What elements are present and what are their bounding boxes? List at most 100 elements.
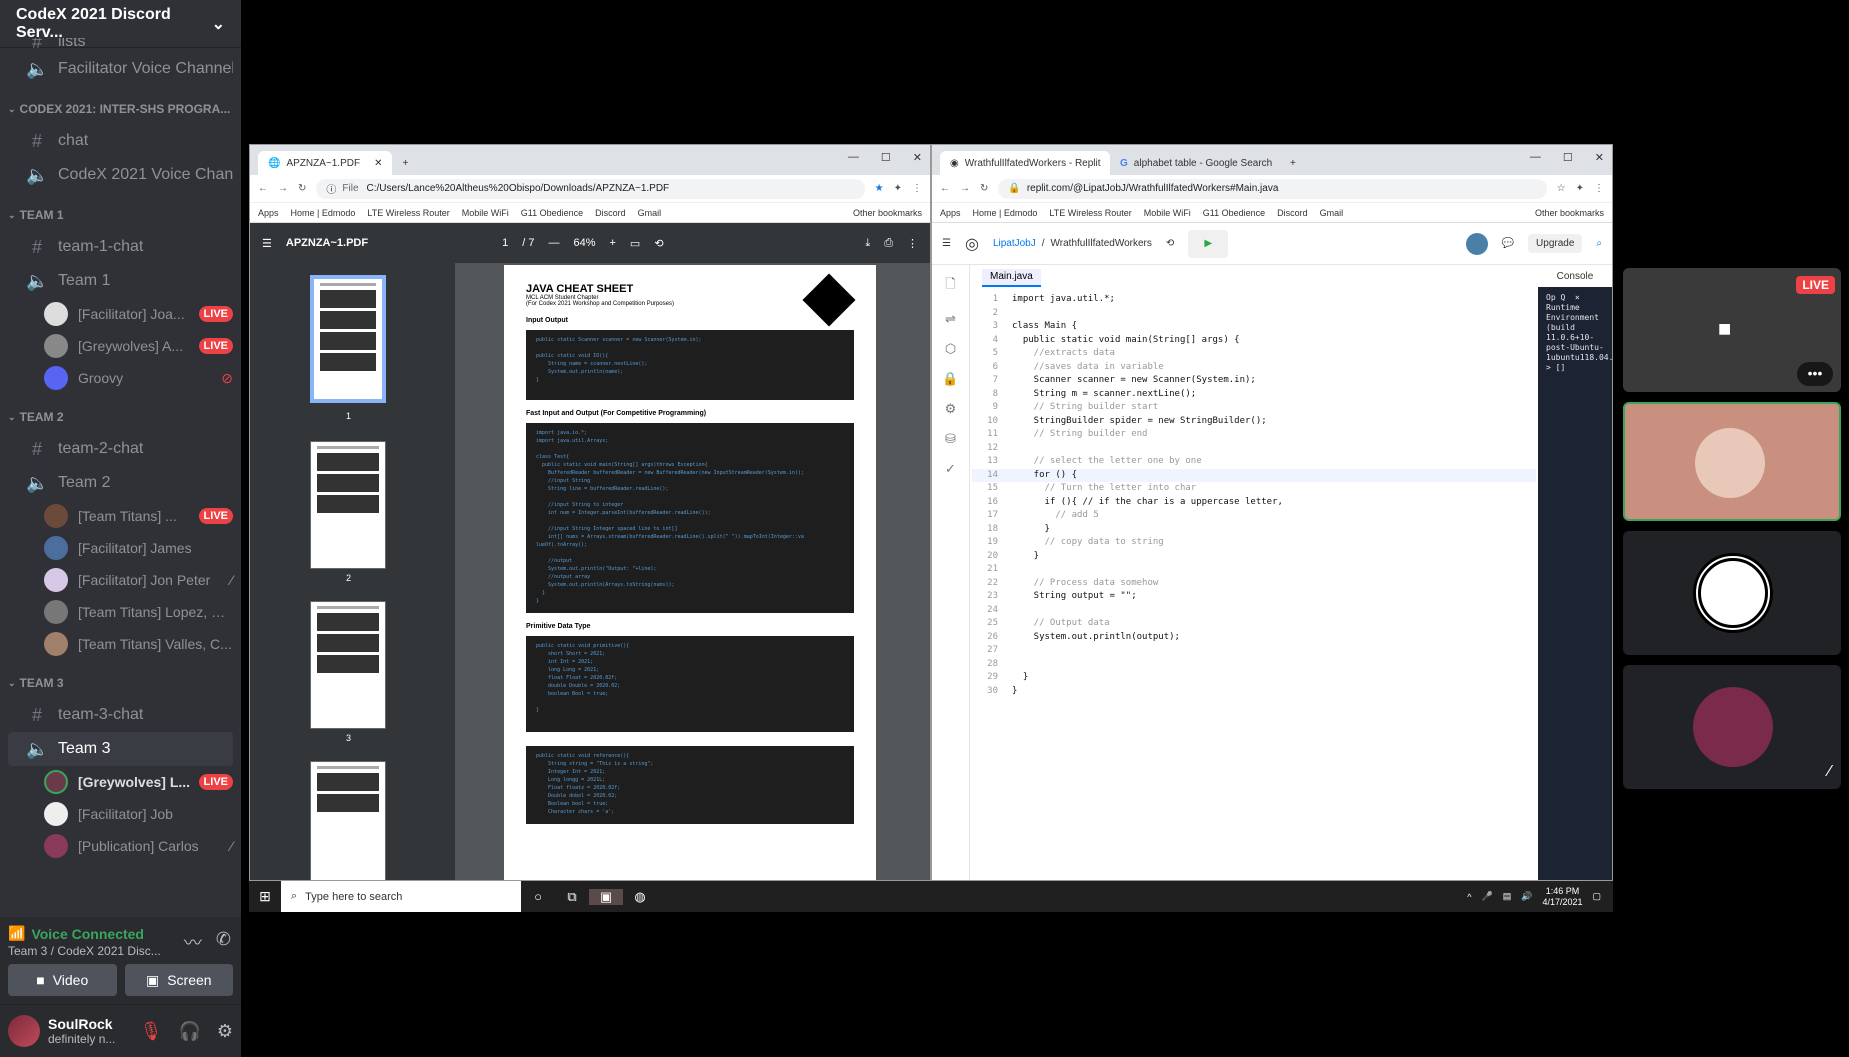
- mic-muted-icon[interactable]: 🎙: [140, 1021, 163, 1042]
- repl-name[interactable]: WrathfulIlfatedWorkers: [1051, 238, 1152, 249]
- history-icon[interactable]: ⟲: [1166, 238, 1174, 249]
- run-button[interactable]: ▶: [1188, 229, 1229, 258]
- code-line[interactable]: 10 StringBuilder spider = new StringBuil…: [972, 415, 1536, 429]
- volume-icon[interactable]: 🔊: [1521, 891, 1532, 902]
- code-line[interactable]: 29 }: [972, 671, 1536, 685]
- voice-user[interactable]: [Team Titans] ... LIVE: [0, 500, 241, 532]
- user-avatar[interactable]: [1465, 232, 1488, 255]
- star-icon[interactable]: ★: [875, 183, 884, 194]
- task-view-icon[interactable]: ⧉: [555, 889, 589, 905]
- page-thumbnail[interactable]: [310, 761, 386, 880]
- voice-user[interactable]: [Facilitator] Jon Peter ⁄: [0, 564, 241, 596]
- code-line[interactable]: 27: [972, 644, 1536, 658]
- category-team-2[interactable]: ⌄ TEAM 2: [0, 402, 241, 432]
- console-tab[interactable]: Console: [1538, 265, 1612, 287]
- url-field[interactable]: ⓘ File C:/Users/Lance%20Altheus%20Obispo/D…: [316, 178, 865, 199]
- code-editor[interactable]: 1 import java.util.*; 2 3 class Main {4 publ…: [972, 293, 1536, 880]
- code-line[interactable]: 19 // copy data to string: [972, 536, 1536, 550]
- code-line[interactable]: 4 public static void main(String[] args)…: [972, 334, 1536, 348]
- channel-team-1-chat[interactable]: # team-1-chat: [8, 230, 233, 264]
- other-bookmarks[interactable]: Other bookmarks: [1535, 208, 1604, 218]
- download-icon[interactable]: ⤓: [865, 237, 870, 250]
- voice-user[interactable]: [Greywolves] A... LIVE: [0, 330, 241, 362]
- network-icon[interactable]: ▤: [1503, 891, 1512, 902]
- code-line[interactable]: 6 //saves data in variable: [972, 361, 1536, 375]
- back-icon[interactable]: ←: [940, 183, 950, 194]
- page-thumbnail[interactable]: [310, 275, 386, 403]
- new-tab-button[interactable]: +: [392, 151, 418, 175]
- channel-codex-voice[interactable]: 🔈 CodeX 2021 Voice Chan...: [8, 158, 233, 192]
- bookmark[interactable]: Home | Edmodo: [291, 208, 356, 218]
- settings-icon[interactable]: ⚙: [217, 1021, 233, 1042]
- voice-user[interactable]: [Facilitator] James: [0, 532, 241, 564]
- other-bookmarks[interactable]: Other bookmarks: [853, 208, 922, 218]
- replit-logo[interactable]: ◎: [965, 234, 979, 254]
- voice-user[interactable]: [Publication] Carlos ⁄: [0, 830, 241, 862]
- code-line[interactable]: 21: [972, 563, 1536, 577]
- settings-icon[interactable]: ⚙: [945, 401, 957, 417]
- code-line[interactable]: 8 String m = scanner.nextLine();: [972, 388, 1536, 402]
- cortana-icon[interactable]: ○: [521, 889, 555, 904]
- voice-user[interactable]: Groovy ⊘: [0, 362, 241, 394]
- packages-icon[interactable]: ⬡: [945, 341, 956, 357]
- code-line[interactable]: 3 class Main {: [972, 320, 1536, 334]
- files-icon[interactable]: 🗋: [945, 275, 955, 297]
- bookmark[interactable]: Mobile WiFi: [462, 208, 509, 218]
- minimize-icon[interactable]: —: [1530, 151, 1541, 164]
- tab-replit[interactable]: ◉WrathfulIlfatedWorkers - Replit✕: [940, 151, 1110, 175]
- code-line[interactable]: 11 // String builder end: [972, 428, 1536, 442]
- close-window-icon[interactable]: ✕: [913, 151, 922, 164]
- code-line[interactable]: 1 import java.util.*;: [972, 293, 1536, 307]
- close-icon[interactable]: ✕: [374, 158, 382, 169]
- participant-tile[interactable]: [1623, 531, 1841, 655]
- code-line[interactable]: 20 }: [972, 550, 1536, 564]
- taskbar-search[interactable]: ⌕ Type here to search: [281, 881, 521, 912]
- minimize-icon[interactable]: —: [848, 151, 859, 164]
- disconnect-icon[interactable]: ✆: [216, 929, 231, 955]
- tab-google[interactable]: Galphabet table - Google Search✕: [1110, 151, 1280, 175]
- rotate-icon[interactable]: ⟲: [654, 237, 663, 250]
- repl-owner[interactable]: LipatJobJ: [993, 238, 1036, 249]
- code-line[interactable]: 13 // select the letter one by one: [972, 455, 1536, 469]
- category-team-3[interactable]: ⌄ TEAM 3: [0, 668, 241, 698]
- star-icon[interactable]: ☆: [1557, 183, 1566, 194]
- forward-icon[interactable]: →: [960, 183, 970, 194]
- category-team-1[interactable]: ⌄ TEAM 1: [0, 200, 241, 230]
- channel-lists[interactable]: # lists: [8, 38, 233, 52]
- code-line[interactable]: 18 }: [972, 523, 1536, 537]
- bookmark[interactable]: Mobile WiFi: [1144, 208, 1191, 218]
- bookmark[interactable]: LTE Wireless Router: [367, 208, 449, 218]
- code-line[interactable]: 24: [972, 604, 1536, 618]
- more-icon[interactable]: •••: [1797, 362, 1833, 386]
- share-icon[interactable]: ⇌: [945, 311, 956, 327]
- forward-icon[interactable]: →: [278, 183, 288, 194]
- channel-team-2-chat[interactable]: # team-2-chat: [8, 432, 233, 466]
- zoom-in-icon[interactable]: +: [609, 237, 615, 249]
- participant-tile[interactable]: ⁄: [1623, 665, 1841, 789]
- bookmark[interactable]: Apps: [258, 208, 279, 218]
- menu-icon[interactable]: ☰: [942, 238, 951, 249]
- headphones-icon[interactable]: 🎧: [178, 1021, 200, 1042]
- zoom-level[interactable]: 64%: [573, 237, 595, 249]
- chevron-up-icon[interactable]: ^: [1467, 892, 1471, 902]
- zoom-out-icon[interactable]: —: [548, 237, 559, 249]
- close-window-icon[interactable]: ✕: [1595, 151, 1604, 164]
- bookmark[interactable]: Discord: [595, 208, 626, 218]
- channel-team-3-chat[interactable]: # team-3-chat: [8, 698, 233, 732]
- screen-share-button[interactable]: ▣ Screen: [124, 964, 233, 996]
- voice-user[interactable]: [Facilitator] Joa... LIVE: [0, 298, 241, 330]
- code-line[interactable]: 5 //extracts data: [972, 347, 1536, 361]
- upgrade-button[interactable]: Upgrade: [1528, 234, 1583, 253]
- maximize-icon[interactable]: ☐: [881, 151, 891, 164]
- mic-icon[interactable]: 🎤: [1481, 891, 1492, 902]
- code-line[interactable]: 23 String output = "";: [972, 590, 1536, 604]
- new-tab-button[interactable]: +: [1280, 151, 1306, 175]
- code-line[interactable]: 30}: [972, 685, 1536, 699]
- extensions-icon[interactable]: ✦: [894, 183, 902, 194]
- screen-share-stream[interactable]: 🌐 APZNZA~1.PDF ✕ + — ☐ ✕ ← → ↻ ⓘ File C:/Users…: [249, 144, 1613, 912]
- url-field[interactable]: 🔒 replit.com/@LipatJobJ/WrathfulIlfatedWo…: [998, 178, 1547, 199]
- tab-pdf[interactable]: 🌐 APZNZA~1.PDF ✕: [258, 151, 393, 175]
- code-line[interactable]: 15 // Turn the letter into char: [972, 482, 1536, 496]
- reload-icon[interactable]: ↻: [298, 183, 306, 194]
- voice-user[interactable]: [Team Titans] Valles, C...: [0, 628, 241, 660]
